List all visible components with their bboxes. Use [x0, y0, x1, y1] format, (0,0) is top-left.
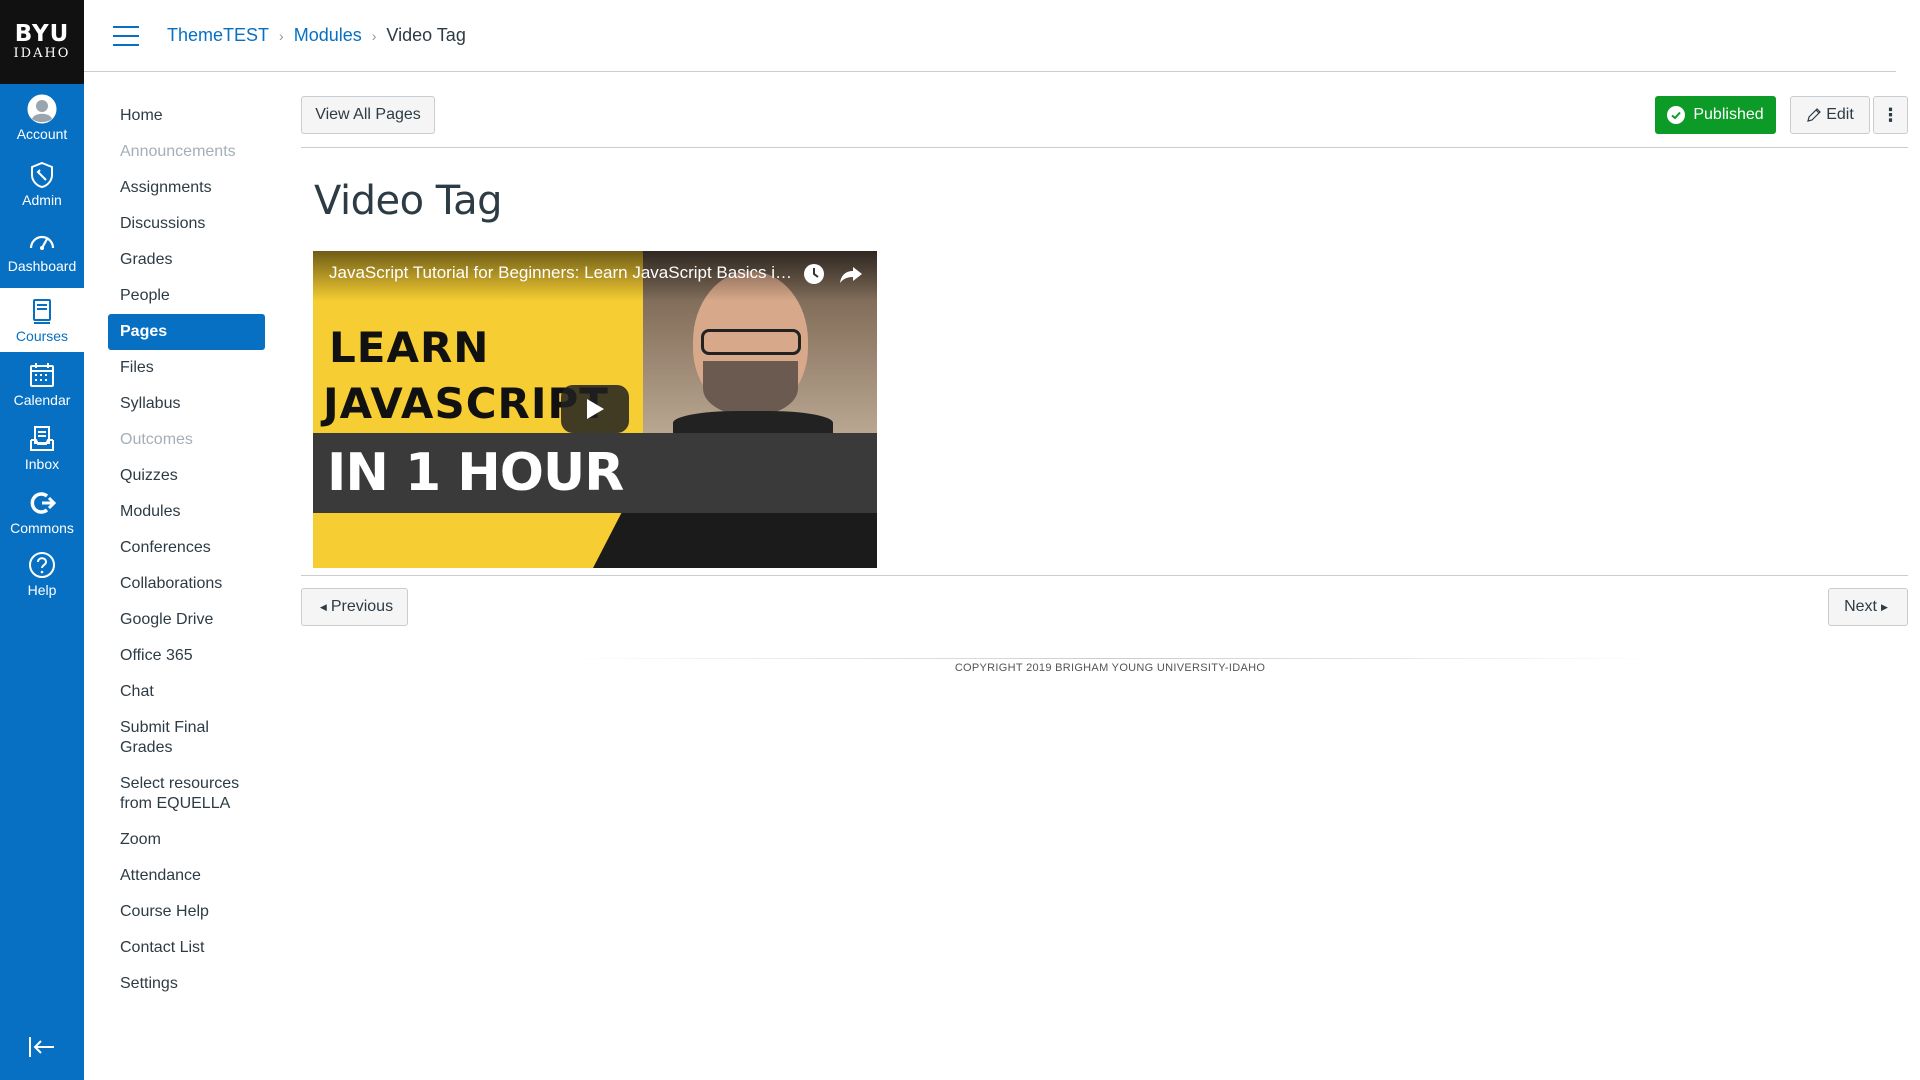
- footer-divider: [560, 658, 1660, 659]
- collapse-nav-icon[interactable]: [27, 1034, 57, 1060]
- previous-label: Previous: [330, 598, 394, 615]
- breadcrumb-current: Video Tag: [386, 25, 466, 45]
- global-nav: BYU IDAHO Account Admin Dashboard Course…: [0, 0, 84, 1080]
- global-nav-label: Help: [27, 582, 57, 598]
- courses-icon: [33, 299, 51, 324]
- edit-label: Edit: [1826, 106, 1854, 123]
- course-nav-pages[interactable]: Pages: [108, 314, 265, 350]
- course-nav-conferences[interactable]: Conferences: [108, 530, 265, 566]
- course-nav-equella[interactable]: Select resources from EQUELLA: [108, 766, 265, 822]
- video-embed[interactable]: LEARN JAVASCRIPT IN 1 HOUR JavaScript Tu…: [313, 251, 877, 568]
- previous-button[interactable]: ◀ Previous: [301, 588, 408, 626]
- course-nav-quizzes[interactable]: Quizzes: [108, 458, 265, 494]
- global-nav-help[interactable]: Help: [0, 542, 84, 606]
- next-button[interactable]: Next ▶: [1828, 588, 1908, 626]
- course-nav-people[interactable]: People: [108, 278, 265, 314]
- course-nav-contact-list[interactable]: Contact List: [108, 930, 265, 966]
- course-nav-google-drive[interactable]: Google Drive: [108, 602, 265, 638]
- page-title: Video Tag: [314, 178, 503, 224]
- global-nav-label: Dashboard: [7, 258, 77, 274]
- play-icon: [587, 399, 604, 419]
- copyright-text: COPYRIGHT 2019 BRIGHAM YOUNG UNIVERSITY-…: [954, 662, 1266, 674]
- course-nav-collaborations[interactable]: Collaborations: [108, 566, 265, 602]
- commons-icon: [30, 492, 57, 514]
- caret-right-icon: ▶: [1880, 601, 1888, 612]
- global-nav-admin[interactable]: Admin: [0, 152, 84, 216]
- edit-button[interactable]: Edit: [1790, 96, 1870, 134]
- chevron-right-icon: ›: [279, 27, 284, 44]
- global-nav-label: Admin: [22, 192, 62, 208]
- thumbnail-text: LEARN: [329, 323, 490, 372]
- caret-left-icon: ◀: [319, 601, 327, 612]
- inbox-icon: [30, 426, 54, 451]
- course-nav-office-365[interactable]: Office 365: [108, 638, 265, 674]
- brand-logo[interactable]: BYU IDAHO: [0, 0, 84, 84]
- page-header: ThemeTEST › Modules › Video Tag: [84, 0, 1896, 72]
- video-title[interactable]: JavaScript Tutorial for Beginners: Learn…: [329, 263, 797, 283]
- thumbnail-text: IN 1 HOUR: [327, 443, 624, 503]
- watch-later-icon[interactable]: [803, 263, 825, 285]
- breadcrumb: ThemeTEST › Modules › Video Tag: [167, 25, 466, 46]
- page-toolbar: View All Pages Published Edit ⋮: [301, 96, 1908, 148]
- global-nav-courses[interactable]: Courses: [0, 288, 84, 352]
- course-nav-home[interactable]: Home: [108, 98, 265, 134]
- global-nav-label: Courses: [15, 328, 69, 344]
- account-icon: [27, 94, 57, 124]
- global-nav-label: Inbox: [24, 456, 60, 472]
- course-nav-chat[interactable]: Chat: [108, 674, 265, 710]
- calendar-icon: [30, 363, 54, 387]
- course-nav-syllabus[interactable]: Syllabus: [108, 386, 265, 422]
- help-icon: [29, 552, 55, 578]
- course-nav-announcements[interactable]: Announcements: [108, 134, 265, 170]
- course-nav-settings[interactable]: Settings: [108, 966, 265, 1002]
- next-label: Next: [1844, 598, 1877, 615]
- course-nav-submit-final-grades[interactable]: Submit Final Grades: [108, 710, 265, 766]
- breadcrumb-modules-link[interactable]: Modules: [294, 25, 362, 46]
- hamburger-menu-icon[interactable]: [113, 25, 139, 46]
- global-nav-inbox[interactable]: Inbox: [0, 416, 84, 480]
- course-nav: Home Announcements Assignments Discussio…: [108, 98, 265, 1002]
- divider: [301, 575, 1908, 576]
- breadcrumb-course-link[interactable]: ThemeTEST: [167, 25, 269, 46]
- global-nav-account[interactable]: Account: [0, 86, 84, 150]
- global-nav-label: Account: [16, 126, 68, 142]
- admin-icon: [31, 161, 53, 189]
- course-nav-modules[interactable]: Modules: [108, 494, 265, 530]
- global-nav-dashboard[interactable]: Dashboard: [0, 218, 84, 282]
- course-nav-grades[interactable]: Grades: [108, 242, 265, 278]
- published-button[interactable]: Published: [1655, 96, 1776, 134]
- share-icon[interactable]: [839, 263, 863, 285]
- published-label: Published: [1693, 106, 1764, 123]
- course-nav-outcomes[interactable]: Outcomes: [108, 422, 265, 458]
- course-nav-zoom[interactable]: Zoom: [108, 822, 265, 858]
- course-nav-course-help[interactable]: Course Help: [108, 894, 265, 930]
- global-nav-label: Commons: [10, 520, 74, 536]
- pencil-icon: [1807, 108, 1822, 122]
- brand-line1: BYU: [14, 21, 70, 47]
- view-all-pages-button[interactable]: View All Pages: [301, 96, 435, 134]
- chevron-right-icon: ›: [371, 27, 377, 44]
- course-nav-assignments[interactable]: Assignments: [108, 170, 265, 206]
- check-circle-icon: [1667, 106, 1686, 124]
- course-nav-files[interactable]: Files: [108, 350, 265, 386]
- course-nav-attendance[interactable]: Attendance: [108, 858, 265, 894]
- course-nav-discussions[interactable]: Discussions: [108, 206, 265, 242]
- global-nav-calendar[interactable]: Calendar: [0, 352, 84, 416]
- global-nav-commons[interactable]: Commons: [0, 480, 84, 544]
- play-button[interactable]: [561, 385, 629, 433]
- dashboard-icon: [29, 235, 55, 250]
- more-options-button[interactable]: ⋮: [1873, 96, 1908, 134]
- brand-line2: IDAHO: [13, 46, 71, 61]
- global-nav-label: Calendar: [13, 392, 71, 408]
